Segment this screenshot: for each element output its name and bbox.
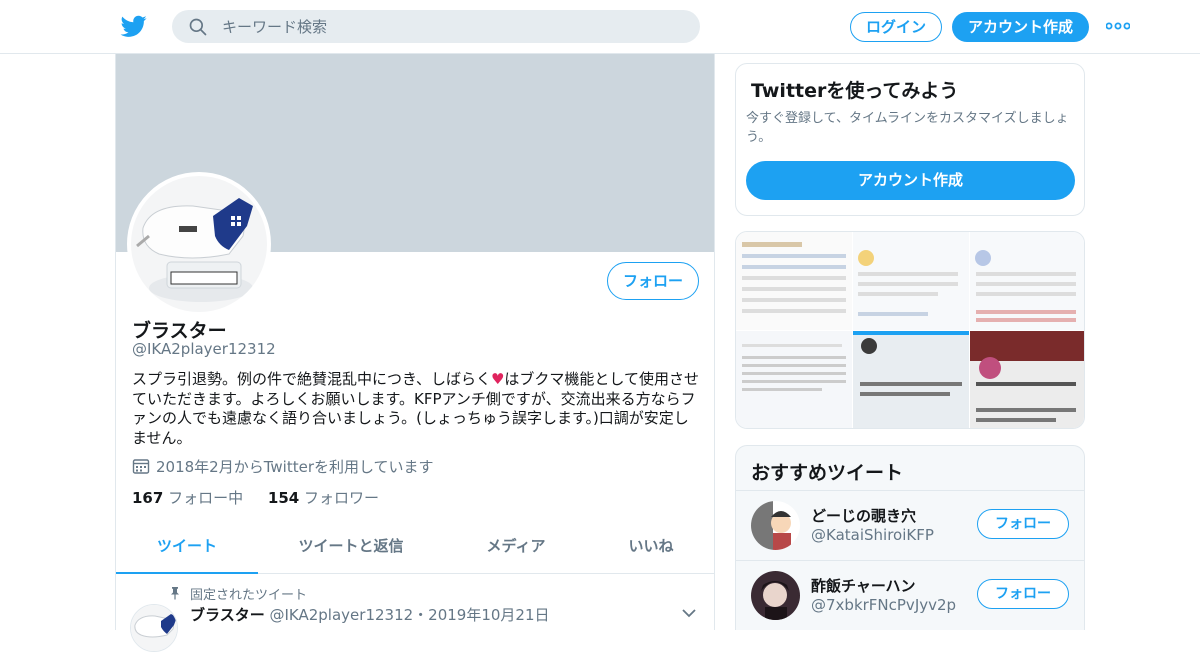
tab-media[interactable]: メディア [456, 524, 576, 574]
following-label: フォロー中 [168, 489, 244, 507]
profile-name: ブラスター [132, 320, 227, 342]
follow-button[interactable]: フォロー [607, 262, 699, 300]
tweet-header: ブラスター @IKA2player12312・2019年10月21日 [190, 604, 550, 625]
following-count: 167 [132, 489, 164, 507]
profile-tabs: ツイート ツイートと返信 メディア いいね [116, 524, 714, 574]
recommended-tweets-card: おすすめツイート どーじの覗き穴 @KataiShiroiKFP フォロー 酢飯… [735, 445, 1085, 630]
recommended-follow-button[interactable]: フォロー [977, 509, 1069, 539]
recommended-user-avatar[interactable] [751, 571, 800, 620]
blaster-figure-image [131, 605, 177, 651]
followers-count: 154 [267, 489, 300, 507]
heart-icon: ♥ [490, 370, 505, 388]
profile-bio: スプラ引退勢。例の件で絶賛混乱中につき、しばらく♥はブクマ機能として使用させてい… [132, 370, 702, 448]
tab-tweets-replies[interactable]: ツイートと返信 [276, 524, 426, 574]
calendar-icon [132, 459, 150, 474]
following-stat[interactable]: 167 フォロー中 [132, 487, 243, 508]
recommended-title: おすすめツイート [751, 462, 904, 484]
signup-card: Twitterを使ってみよう 今すぐ登録して、タイムラインをカスタマイズしましょ… [735, 63, 1085, 216]
more-options-icon[interactable] [1106, 20, 1130, 32]
top-navigation: ログイン アカウント作成 [0, 0, 1200, 54]
blaster-figure-image [131, 176, 267, 312]
signup-button[interactable]: アカウント作成 [952, 12, 1089, 42]
bio-text-start: スプラ引退勢。例の件で絶賛混乱中につき、しばらく [132, 370, 491, 388]
signup-card-description: 今すぐ登録して、タイムラインをカスタマイズしましょう。 [746, 111, 1069, 145]
user-avatar-image [751, 571, 800, 620]
search-icon [189, 18, 207, 36]
recommended-user-handle[interactable]: @7xbkrFNcPvJyv2p [811, 596, 956, 614]
recommended-user-avatar[interactable] [751, 501, 800, 550]
search-bar[interactable] [172, 10, 700, 43]
tab-tweets[interactable]: ツイート [116, 524, 258, 574]
profile-avatar[interactable] [127, 172, 271, 316]
recommended-user-handle[interactable]: @KataiShiroiKFP [811, 526, 934, 544]
tweet-author-name[interactable]: ブラスター [190, 606, 265, 624]
user-avatar-image [751, 501, 800, 550]
tweet-date[interactable]: ・2019年10月21日 [413, 606, 549, 624]
recommended-follow-button[interactable]: フォロー [977, 579, 1069, 609]
chevron-down-icon[interactable] [682, 608, 696, 618]
join-date: 2018年2月からTwitterを利用しています [132, 456, 434, 477]
media-thumb-3 [970, 232, 1084, 330]
profile-stats: 167 フォロー中 154 フォロワー [132, 487, 399, 508]
search-input[interactable] [222, 10, 682, 43]
pinned-tweet[interactable]: 固定されたツイート ブラスター @IKA2player12312・2019年10… [116, 574, 714, 652]
recommended-user-name[interactable]: 酢飯チャーハン [811, 575, 916, 596]
media-thumbnails [736, 232, 1084, 428]
pinned-label: 固定されたツイート [190, 588, 308, 603]
signup-card-button[interactable]: アカウント作成 [746, 161, 1075, 200]
recommended-user[interactable]: 酢飯チャーハン @7xbkrFNcPvJyv2p フォロー [736, 560, 1084, 630]
media-grid[interactable] [735, 231, 1085, 429]
login-button[interactable]: ログイン [850, 12, 942, 42]
profile-handle[interactable]: @IKA2player12312 [132, 340, 276, 358]
followers-stat[interactable]: 154 フォロワー [268, 487, 379, 508]
join-date-text: 2018年2月からTwitterを利用しています [156, 458, 434, 476]
tweet-avatar[interactable] [130, 604, 178, 652]
signup-card-title: Twitterを使ってみよう [751, 80, 959, 102]
tab-likes[interactable]: いいね [596, 524, 706, 574]
recommended-user-name[interactable]: どーじの覗き穴 [811, 505, 916, 526]
profile-column: フォロー ブラスター @IKA2player12312 スプラ引退勢。例の件で絶… [115, 54, 715, 652]
twitter-logo-icon[interactable] [120, 13, 148, 39]
pin-icon [171, 587, 179, 600]
recommended-user[interactable]: どーじの覗き穴 @KataiShiroiKFP フォロー [736, 490, 1084, 560]
tweet-author-handle[interactable]: @IKA2player12312 [269, 606, 413, 624]
followers-label: フォロワー [303, 489, 379, 507]
